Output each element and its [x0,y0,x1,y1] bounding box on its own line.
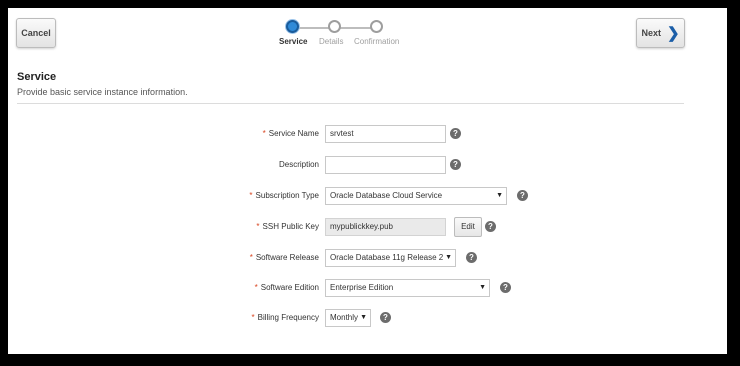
billing-frequency-row: * Billing Frequency Monthly ▼ ? [8,309,727,327]
train-step-details-label: Details [319,37,344,46]
help-icon[interactable]: ? [380,312,391,323]
help-icon[interactable]: ? [485,221,496,232]
required-marker: * [256,222,260,231]
help-icon[interactable]: ? [450,159,461,170]
ssh-public-key-field: mypublickkey.pub [325,218,446,236]
software-edition-value: Enterprise Edition [330,283,394,292]
service-name-label: * Service Name [262,129,319,138]
caret-down-icon: ▼ [479,284,486,291]
required-marker: * [262,129,266,138]
software-release-row: * Software Release Oracle Database 11g Re… [8,249,727,267]
create-instance-panel: Cancel Service Details Confirmation Next… [8,8,727,354]
billing-frequency-value: Monthly [330,313,359,322]
software-edition-select[interactable]: Enterprise Edition ▼ [325,279,490,297]
ssh-public-key-row: * SSH Public Key mypublickkey.pub Edit ? [8,217,727,237]
cancel-button[interactable]: Cancel [16,18,56,48]
help-icon[interactable]: ? [466,252,477,263]
software-edition-row: * Software Edition Enterprise Edition ▼ ? [8,279,727,297]
edit-ssh-key-button[interactable]: Edit [454,217,482,237]
required-marker: * [251,313,255,322]
subscription-type-label: * Subscription Type [249,191,319,200]
train-step-service-dot[interactable] [286,20,299,33]
train-step-confirmation-dot[interactable] [370,20,383,33]
section-divider [17,103,684,104]
ssh-public-key-label: * SSH Public Key [256,222,319,231]
subscription-type-value: Oracle Database Cloud Service [330,191,443,200]
cancel-button-label: Cancel [21,28,51,38]
help-icon[interactable]: ? [517,190,528,201]
chevron-right-icon: ❯ [666,24,680,42]
caret-down-icon: ▼ [360,314,367,321]
billing-frequency-select[interactable]: Monthly ▼ [325,309,371,327]
description-row: Description ? [8,156,727,174]
description-input[interactable] [325,156,446,174]
next-button[interactable]: Next ❯ [636,18,685,48]
software-release-select[interactable]: Oracle Database 11g Release 2 ▼ [325,249,456,267]
subscription-type-row: * Subscription Type Oracle Database Cloud… [8,187,727,205]
train-step-service-label: Service [279,37,308,46]
train-step-details-dot[interactable] [328,20,341,33]
next-button-label: Next [641,28,661,38]
train-step-confirmation-label: Confirmation [354,37,400,46]
required-marker: * [249,191,253,200]
software-release-label: * Software Release [249,253,319,262]
service-name-row: * Service Name srvtest ? [8,125,727,143]
description-label: Description [278,160,319,169]
section-subtitle: Provide basic service instance informati… [17,87,188,97]
section-title: Service [17,71,57,83]
caret-down-icon: ▼ [496,192,503,199]
help-icon[interactable]: ? [500,282,511,293]
billing-frequency-label: * Billing Frequency [251,313,320,322]
required-marker: * [254,283,258,292]
software-release-value: Oracle Database 11g Release 2 [330,253,444,262]
wizard-train: Service Details Confirmation [278,20,408,50]
software-edition-label: * Software Edition [254,283,319,292]
help-icon[interactable]: ? [450,128,461,139]
required-marker: * [249,253,253,262]
caret-down-icon: ▼ [445,254,452,261]
service-name-input[interactable]: srvtest [325,125,446,143]
subscription-type-select[interactable]: Oracle Database Cloud Service ▼ [325,187,507,205]
